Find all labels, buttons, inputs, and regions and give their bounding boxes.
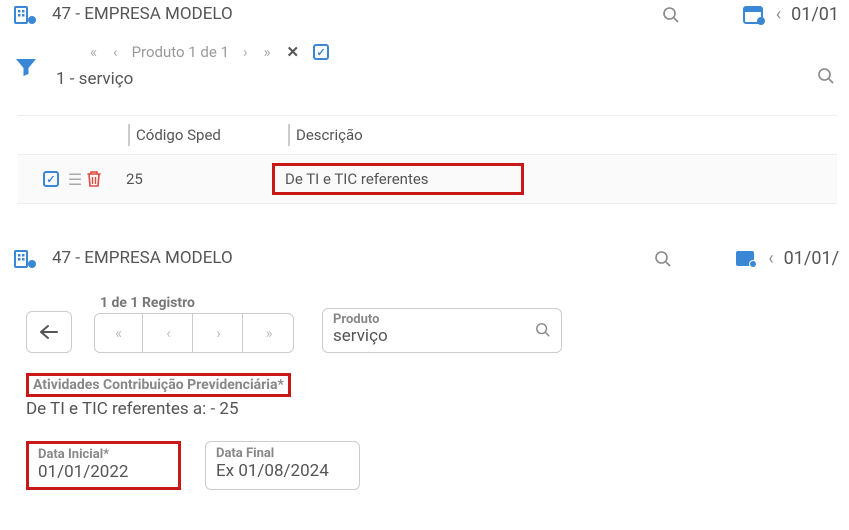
date-initial-field[interactable]: Data Inicial* 01/01/2022 <box>26 441 181 490</box>
cell-code: 25 <box>112 170 272 188</box>
date-display: 01/01 <box>791 4 839 25</box>
activity-label: Atividades Contribuição Previdenciária* <box>26 373 291 397</box>
product-input[interactable] <box>54 65 839 93</box>
cell-desc: De TI e TIC referentes <box>272 163 524 195</box>
search-icon[interactable] <box>535 322 551 338</box>
clear-icon[interactable]: ✕ <box>281 43 306 61</box>
reg-last-icon[interactable]: » <box>245 314 293 352</box>
reg-prev-icon[interactable]: ‹ <box>145 314 193 352</box>
product-field-label: Produto <box>333 313 551 326</box>
date-final-field[interactable]: Data Final Ex 01/08/2024 <box>205 441 360 490</box>
date-initial-value: 01/01/2022 <box>38 462 169 482</box>
activity-value: De TI e TIC referentes a: - 25 <box>26 399 831 419</box>
company-icon <box>10 248 42 270</box>
calendar-badge-icon[interactable] <box>734 249 758 269</box>
drag-handle-icon[interactable]: ☰ <box>64 170 86 189</box>
product-field-value: serviço <box>333 326 551 346</box>
pager-checkbox[interactable] <box>313 44 329 60</box>
register-pager: « ‹ › » <box>94 313 294 353</box>
row-checkbox[interactable] <box>43 171 59 187</box>
company-input[interactable] <box>50 0 684 29</box>
pager-last-icon[interactable]: » <box>258 41 277 63</box>
sped-table: Código Sped Descrição ☰ 25 De TI e TIC r… <box>18 115 837 204</box>
col-header-code: Código Sped <box>136 126 221 144</box>
date-initial-label: Data Inicial* <box>38 447 169 462</box>
search-icon[interactable] <box>654 250 672 268</box>
delete-icon[interactable] <box>86 170 112 188</box>
date-display: 01/01/ <box>784 248 839 269</box>
calendar-icon[interactable] <box>742 4 766 26</box>
product-field[interactable]: Produto serviço <box>322 308 562 353</box>
date-prev-icon[interactable]: ‹ <box>768 248 773 269</box>
search-icon[interactable] <box>817 67 835 85</box>
reg-first-icon[interactable]: « <box>95 314 143 352</box>
company-icon <box>10 4 42 26</box>
pager-next-icon[interactable]: › <box>237 41 254 63</box>
pager-first-icon[interactable]: « <box>84 41 103 63</box>
search-icon[interactable] <box>662 6 680 24</box>
reg-next-icon[interactable]: › <box>195 314 243 352</box>
company-input[interactable] <box>50 244 676 273</box>
date-final-label: Data Final <box>216 446 349 461</box>
back-button[interactable] <box>26 311 72 353</box>
pager-prev-icon[interactable]: ‹ <box>107 41 124 63</box>
filter-icon[interactable] <box>10 57 42 77</box>
date-final-placeholder: Ex 01/08/2024 <box>216 461 349 481</box>
date-prev-icon[interactable]: ‹ <box>776 4 781 25</box>
table-row[interactable]: ☰ 25 De TI e TIC referentes <box>18 154 837 203</box>
register-count-label: 1 de 1 Registro <box>94 295 294 311</box>
pager-label: Produto 1 de 1 <box>128 43 233 61</box>
col-header-desc: Descrição <box>296 126 363 144</box>
